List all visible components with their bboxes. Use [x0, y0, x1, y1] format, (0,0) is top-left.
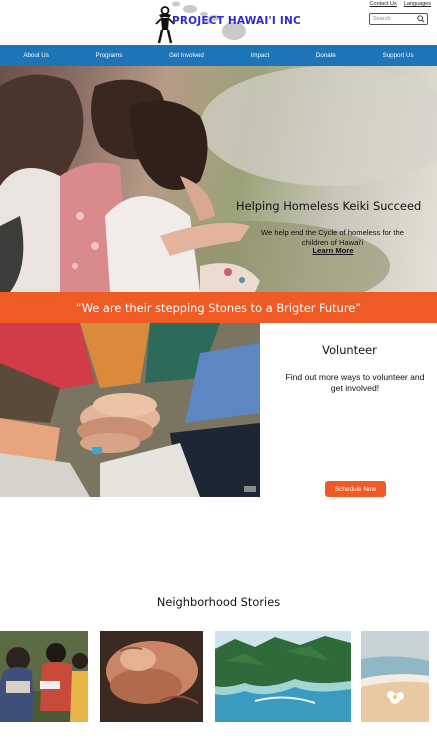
- nav-item-programs[interactable]: Programs: [96, 52, 123, 59]
- stories-title: Neighborhood Stories: [156, 595, 281, 609]
- quote-banner: “We are their stepping Stones to a Brigt…: [0, 292, 437, 323]
- story-card-children[interactable]: [0, 631, 88, 722]
- nav-item-donate[interactable]: Donate: [316, 52, 336, 59]
- story-image-beach: [361, 631, 429, 722]
- schedule-now-button[interactable]: Schedule Now: [325, 481, 386, 497]
- top-links: Contact Us Languages: [370, 1, 431, 7]
- volunteer-title: Volunteer: [322, 343, 377, 357]
- story-card-beach[interactable]: [361, 631, 429, 722]
- stacked-hands-image: [0, 323, 260, 497]
- languages-link[interactable]: Languages: [404, 1, 431, 7]
- site-header: PROJECT HAWAI'I INC Contact Us Languages: [0, 0, 437, 45]
- hero-title: Helping Homeless Keiki Succeed: [236, 199, 422, 213]
- search-box: [369, 13, 428, 25]
- nav-item-about-us[interactable]: About Us: [23, 52, 48, 59]
- hero-subtitle: We help end the Cycle of homeless for th…: [261, 228, 404, 247]
- story-card-hands[interactable]: [100, 631, 203, 722]
- contact-us-link[interactable]: Contact Us: [370, 1, 397, 7]
- volunteer-text: Find out more ways to volunteer and get …: [285, 372, 425, 393]
- learn-more-link[interactable]: Learn More: [298, 246, 368, 255]
- search-input[interactable]: [370, 16, 415, 22]
- hero-children-photo: [0, 66, 437, 292]
- hero-section: Helping Homeless Keiki Succeed We help e…: [0, 66, 437, 292]
- nav-item-get-involved[interactable]: Get Involved: [169, 52, 204, 59]
- story-image-coastline: [215, 631, 351, 722]
- banner-quote: “We are their stepping Stones to a Brigt…: [75, 300, 362, 315]
- story-image-hands: [100, 631, 203, 722]
- nav-item-support-us[interactable]: Support Us: [383, 52, 414, 59]
- story-image-children: [0, 631, 88, 722]
- logo-text[interactable]: PROJECT HAWAI'I INC: [172, 15, 301, 27]
- volunteer-hands-photo: [0, 323, 260, 497]
- nav-item-impact[interactable]: Impact: [251, 52, 270, 59]
- main-nav: About Us Programs Get Involved Impact Do…: [0, 45, 437, 66]
- story-card-coastline[interactable]: [215, 631, 351, 722]
- search-icon[interactable]: [417, 15, 425, 23]
